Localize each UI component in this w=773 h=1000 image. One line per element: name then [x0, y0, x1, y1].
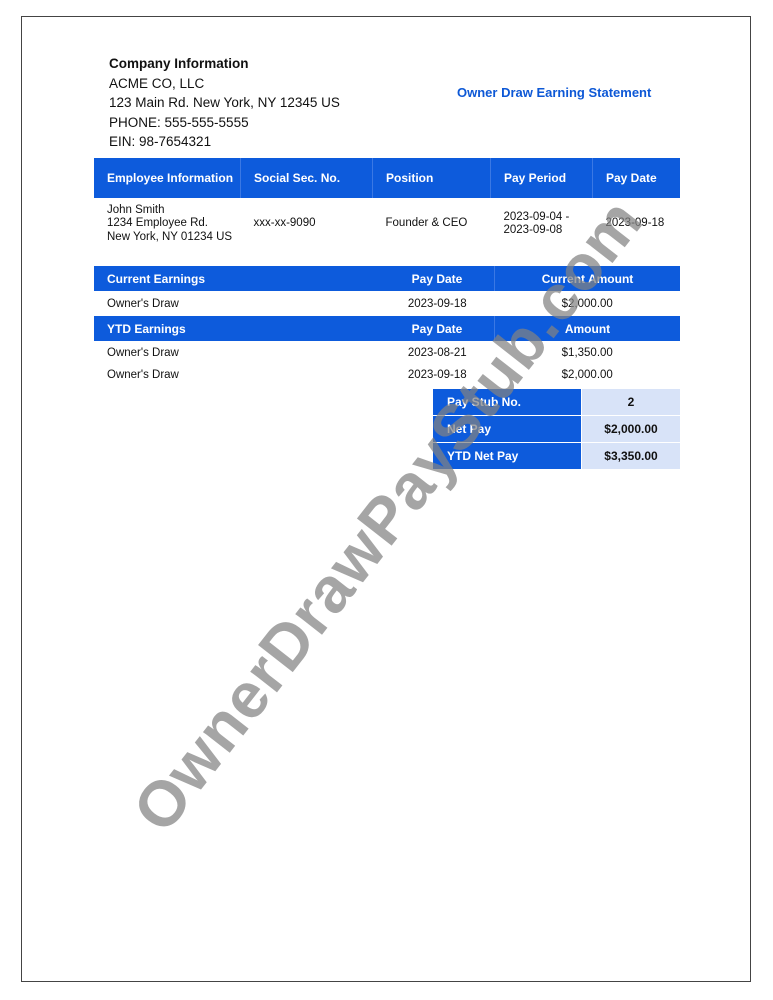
current-earning-amount: $2,000.00 [561, 297, 613, 310]
header-current-pay-date: Pay Date [380, 266, 495, 291]
employee-info-cell: John Smith 1234 Employee Rd. New York, N… [94, 198, 241, 250]
pay-period-start: 2023-09-04 - [503, 210, 570, 223]
header-social-sec-no: Social Sec. No. [240, 158, 373, 198]
header-ytd-earnings: YTD Earnings [107, 321, 186, 336]
employee-info-table: Employee Information Social Sec. No. Pos… [94, 158, 680, 250]
header-current-earnings: Current Earnings [107, 271, 206, 286]
company-info-heading: Company Information [109, 56, 249, 71]
ytd-earnings-row: Owner's Draw 2023-08-21 $1,350.00 [94, 341, 680, 365]
header-ytd-pay-date: Pay Date [380, 316, 495, 341]
ytd-earning-amount: $1,350.00 [561, 347, 613, 359]
ytd-earning-amount: $2,000.00 [561, 369, 613, 381]
employee-row: John Smith 1234 Employee Rd. New York, N… [94, 198, 680, 250]
ytd-earnings-row: Owner's Draw 2023-09-18 $2,000.00 [94, 365, 680, 385]
current-earnings-header: Current Earnings Pay Date Current Amount [94, 266, 680, 291]
pay-summary-table: Pay Stub No. 2 Net Pay $2,000.00 YTD Net… [433, 389, 680, 470]
summary-row-ytd-net-pay: YTD Net Pay $3,350.00 [433, 442, 680, 470]
company-phone: PHONE: 555-555-5555 [109, 114, 249, 130]
header-current-amount: Current Amount [541, 271, 634, 286]
document-title: Owner Draw Earning Statement [457, 85, 652, 100]
summary-value: 2 [581, 389, 680, 416]
company-address: 123 Main Rd. New York, NY 12345 US [109, 95, 340, 111]
employee-table-header: Employee Information Social Sec. No. Pos… [94, 158, 680, 198]
employee-address-line1: 1234 Employee Rd. [107, 217, 209, 230]
summary-label: Net Pay [433, 415, 582, 443]
pay-period-cell: 2023-09-04 - 2023-09-08 [491, 198, 593, 250]
summary-value: $2,000.00 [581, 415, 680, 443]
employee-position: Founder & CEO [385, 217, 468, 230]
company-name: ACME CO, LLC [109, 75, 205, 91]
current-earnings-row: Owner's Draw 2023-09-18 $2,000.00 [94, 291, 680, 316]
header-pay-period: Pay Period [490, 158, 593, 198]
employee-name: John Smith [107, 203, 165, 216]
pay-period-end: 2023-09-08 [503, 224, 563, 236]
ytd-earning-description: Owner's Draw [107, 347, 179, 359]
employee-ssn: xxx-xx-9090 [253, 217, 316, 230]
current-earning-pay-date: 2023-09-18 [407, 297, 467, 310]
header-pay-date: Pay Date [606, 170, 657, 185]
summary-label: YTD Net Pay [433, 442, 582, 470]
employee-address-line2: New York, NY 01234 US [107, 230, 233, 243]
ytd-earning-description: Owner's Draw [107, 369, 179, 381]
summary-row-net-pay: Net Pay $2,000.00 [433, 415, 680, 443]
ytd-earning-pay-date: 2023-09-18 [407, 369, 467, 381]
company-information: Company Information ACME CO, LLC 123 Mai… [109, 54, 340, 152]
summary-row-pay-stub-no: Pay Stub No. 2 [433, 389, 680, 416]
ytd-earnings-header: YTD Earnings Pay Date Amount [94, 316, 680, 341]
earnings-table: Current Earnings Pay Date Current Amount… [94, 266, 680, 385]
summary-label: Pay Stub No. [433, 389, 582, 416]
ytd-earning-pay-date: 2023-08-21 [407, 347, 467, 359]
current-earning-description: Owner's Draw [107, 297, 179, 310]
company-ein: EIN: 98-7654321 [109, 134, 212, 150]
summary-value: $3,350.00 [581, 442, 680, 470]
employee-pay-date: 2023-09-18 [605, 217, 665, 230]
header-ytd-amount: Amount [564, 321, 611, 336]
header-employee-information: Employee Information [94, 158, 241, 198]
header-position: Position [372, 158, 491, 198]
